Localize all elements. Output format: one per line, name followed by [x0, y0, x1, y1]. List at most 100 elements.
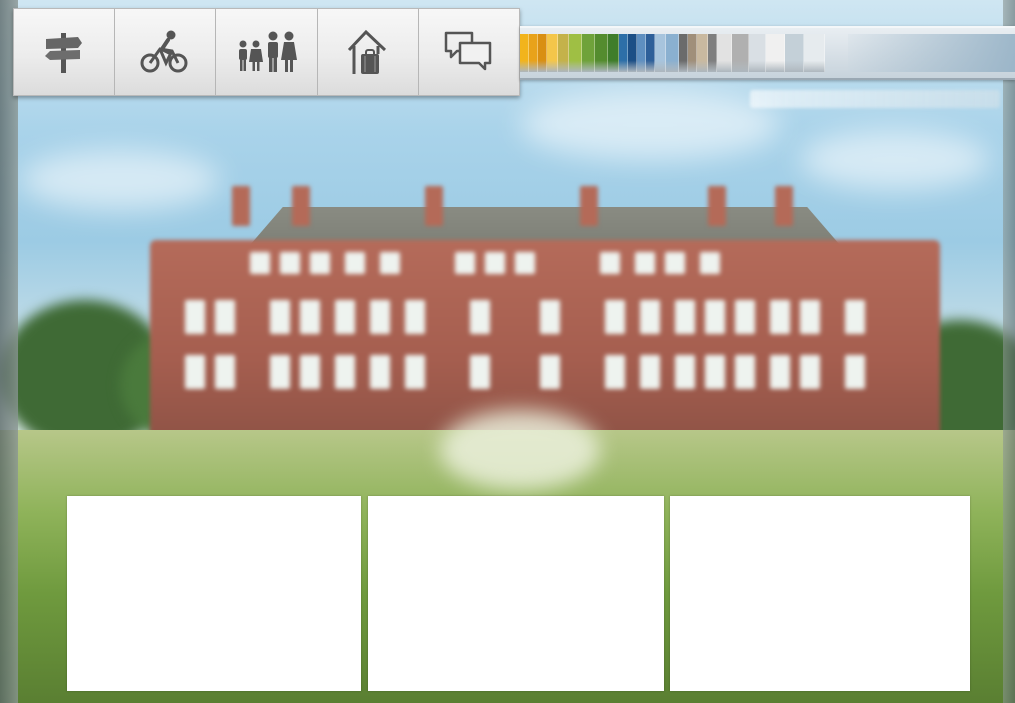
- cloud: [520, 90, 780, 160]
- window: [300, 300, 320, 334]
- timeline-segment[interactable]: [749, 34, 766, 72]
- timeline-segment[interactable]: [717, 34, 732, 72]
- timeline-segment[interactable]: [558, 34, 569, 72]
- content-panel-2[interactable]: [368, 496, 664, 691]
- timeline-segment[interactable]: [520, 34, 529, 72]
- timeline-segment[interactable]: [697, 34, 708, 72]
- window: [605, 300, 625, 334]
- timeline-segment[interactable]: [804, 34, 825, 72]
- window: [605, 355, 625, 389]
- window: [405, 300, 425, 334]
- timeline-segment[interactable]: [529, 34, 538, 72]
- window: [700, 252, 720, 274]
- timeline-segment[interactable]: [679, 34, 688, 72]
- cloud: [800, 130, 990, 190]
- window: [770, 300, 790, 334]
- window: [250, 252, 270, 274]
- window: [300, 355, 320, 389]
- toolbar-item-cycling[interactable]: [115, 9, 217, 95]
- window: [310, 252, 330, 274]
- timeline-segment[interactable]: [569, 34, 582, 72]
- window: [280, 252, 300, 274]
- window: [735, 300, 755, 334]
- window: [380, 252, 400, 274]
- timeline-segment[interactable]: [655, 34, 666, 72]
- window: [540, 355, 560, 389]
- toolbar-item-accommodation[interactable]: [318, 9, 419, 95]
- garden-path: [440, 410, 600, 490]
- chimney: [425, 186, 443, 226]
- frame-edge-right: [1003, 0, 1015, 703]
- window: [485, 252, 505, 274]
- window: [675, 355, 695, 389]
- window: [640, 355, 660, 389]
- window: [540, 300, 560, 334]
- family-icon: [238, 31, 297, 72]
- window: [470, 355, 490, 389]
- window: [705, 355, 725, 389]
- window: [470, 300, 490, 334]
- window: [515, 252, 535, 274]
- window: [185, 300, 205, 334]
- window: [705, 300, 725, 334]
- toolbar-item-signpost[interactable]: [14, 9, 116, 95]
- timeline-segment[interactable]: [708, 34, 717, 72]
- timeline-segment[interactable]: [619, 34, 628, 72]
- chimney: [580, 186, 598, 226]
- window: [370, 300, 390, 334]
- window: [600, 252, 620, 274]
- speech-bubbles-icon: [444, 31, 492, 71]
- timeline-segment[interactable]: [766, 34, 785, 72]
- timeline-segment[interactable]: [785, 34, 804, 72]
- toolbar-item-family[interactable]: [216, 9, 318, 95]
- timeline-caption-bar: [750, 90, 1000, 108]
- signpost-icon: [45, 33, 83, 73]
- timeline-fade: [848, 34, 1015, 72]
- window: [735, 355, 755, 389]
- window: [800, 355, 820, 389]
- timeline-segment[interactable]: [582, 34, 595, 72]
- window: [370, 355, 390, 389]
- timeline-segment[interactable]: [538, 34, 547, 72]
- timeline-segment[interactable]: [732, 34, 749, 72]
- timeline-segment[interactable]: [595, 34, 608, 72]
- chimney: [292, 186, 310, 226]
- timeline-segment[interactable]: [608, 34, 619, 72]
- chimney: [708, 186, 726, 226]
- toolbar-item-chat[interactable]: [419, 9, 519, 95]
- timeline-segment[interactable]: [646, 34, 655, 72]
- window: [335, 355, 355, 389]
- window: [770, 355, 790, 389]
- content-panel-3[interactable]: [670, 496, 970, 691]
- window: [640, 300, 660, 334]
- window: [185, 355, 205, 389]
- chimney: [775, 186, 793, 226]
- window: [270, 300, 290, 334]
- frame-edge-left: [0, 0, 18, 703]
- window: [800, 300, 820, 334]
- cyclist-icon: [140, 30, 188, 73]
- window: [270, 355, 290, 389]
- window: [635, 252, 655, 274]
- timeline-segment[interactable]: [666, 34, 679, 72]
- window: [455, 252, 475, 274]
- chimney: [232, 186, 250, 226]
- category-toolbar: [13, 8, 520, 96]
- cloud: [20, 150, 220, 210]
- content-panel-1[interactable]: [67, 496, 361, 691]
- window: [665, 252, 685, 274]
- timeline-segment[interactable]: [637, 34, 646, 72]
- window: [675, 300, 695, 334]
- color-timeline[interactable]: [520, 26, 1015, 80]
- timeline-segment[interactable]: [547, 34, 558, 72]
- house-luggage-icon: [347, 29, 386, 74]
- window: [215, 300, 235, 334]
- window: [345, 252, 365, 274]
- window: [845, 355, 865, 389]
- window: [845, 300, 865, 334]
- timeline-segment[interactable]: [628, 34, 637, 72]
- window: [215, 355, 235, 389]
- window: [335, 300, 355, 334]
- window: [405, 355, 425, 389]
- timeline-segment[interactable]: [688, 34, 697, 72]
